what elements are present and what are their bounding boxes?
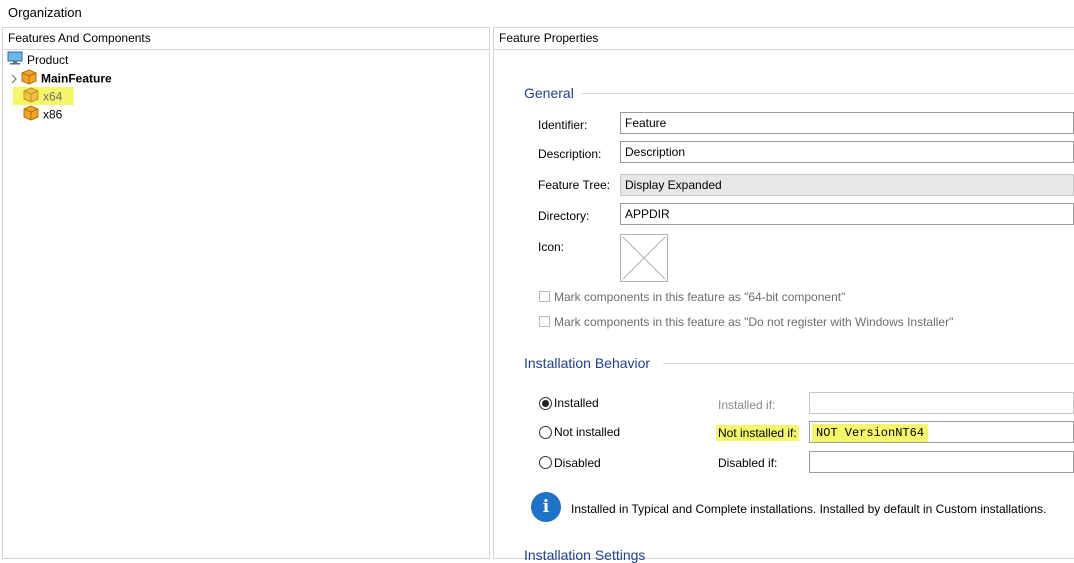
features-panel-header: Features And Components [3, 28, 489, 50]
section-install-settings-title: Installation Settings [524, 547, 646, 563]
disabled-if-field[interactable] [809, 451, 1074, 473]
not-installed-if-value: NOT VersionNT64 [812, 424, 929, 442]
description-label: Description: [538, 147, 602, 161]
info-text: Installed in Typical and Complete instal… [571, 502, 1047, 516]
properties-panel-header: Feature Properties [494, 28, 1074, 50]
icon-label: Icon: [538, 240, 565, 254]
icon-picker[interactable] [620, 234, 668, 282]
tree-item-label: MainFeature [41, 71, 112, 86]
radio-not-installed[interactable] [539, 426, 552, 439]
features-panel: Features And Components Product MainFeat… [2, 27, 490, 559]
feature-tree-label: Feature Tree: [538, 178, 611, 192]
identifier-field[interactable]: Feature [620, 112, 1074, 134]
not-installed-if-field[interactable]: NOT VersionNT64 [809, 421, 1074, 443]
section-divider [663, 363, 1074, 364]
not-installed-if-label: Not installed if: [716, 425, 799, 441]
chevron-right-icon[interactable] [10, 71, 18, 89]
section-divider [581, 93, 1074, 94]
window-title: Organization [8, 5, 82, 20]
radio-disabled-label: Disabled [554, 456, 601, 470]
installed-if-field[interactable] [809, 392, 1074, 414]
disabled-if-label: Disabled if: [718, 456, 778, 470]
tree-item-label: Product [27, 53, 69, 67]
info-icon: i [531, 492, 561, 522]
tree-item-label: x86 [43, 107, 63, 122]
section-general-title: General [524, 85, 574, 101]
computer-icon [7, 51, 23, 70]
tree-item-x86[interactable]: x86 [23, 105, 62, 123]
empty-icon-placeholder [622, 236, 666, 280]
section-install-behavior-title: Installation Behavior [524, 355, 651, 371]
radio-installed[interactable] [539, 397, 552, 410]
checkbox-64bit[interactable] [539, 291, 550, 302]
radio-not-installed-label: Not installed [554, 425, 621, 439]
radio-disabled[interactable] [539, 456, 552, 469]
description-field[interactable]: Description [620, 141, 1074, 163]
installed-if-label: Installed if: [718, 398, 776, 412]
package-icon [23, 105, 39, 126]
checkbox-noregister[interactable] [539, 316, 550, 327]
tree-item-product[interactable]: Product [7, 51, 68, 69]
directory-field[interactable]: APPDIR [620, 203, 1074, 225]
tree-item-label: x64 [43, 89, 63, 104]
directory-label: Directory: [538, 209, 590, 223]
feature-tree-dropdown[interactable]: Display Expanded [620, 174, 1074, 196]
checkbox-64bit-label: Mark components in this feature as "64-b… [554, 290, 846, 304]
checkbox-noregister-label: Mark components in this feature as "Do n… [554, 315, 954, 329]
identifier-label: Identifier: [538, 118, 588, 132]
tree-item-mainfeature[interactable]: MainFeature [10, 69, 112, 87]
radio-installed-label: Installed [554, 396, 599, 410]
tree-item-x64[interactable]: x64 [13, 87, 75, 105]
